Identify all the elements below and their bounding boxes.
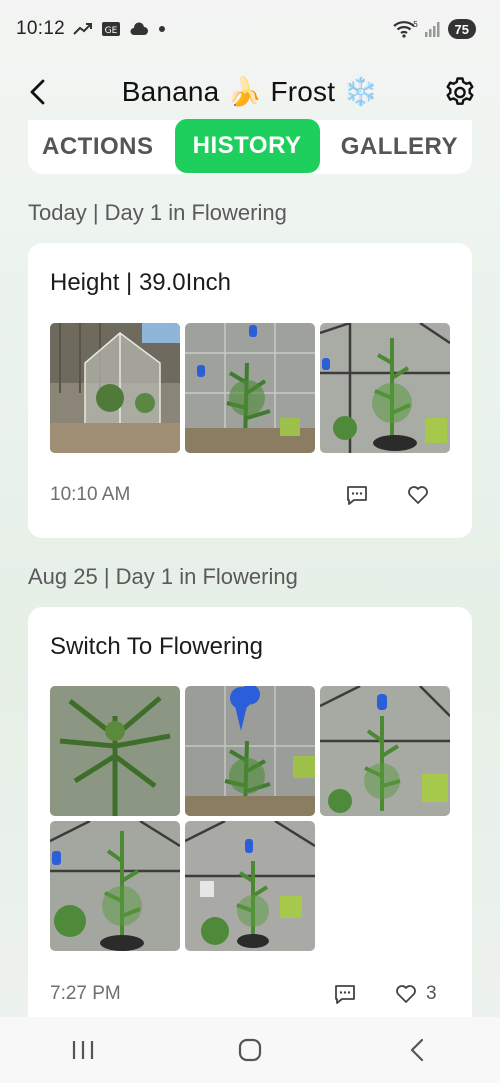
comment-icon (335, 985, 355, 1004)
home-button[interactable] (220, 1025, 280, 1075)
back-icon (410, 1038, 423, 1062)
tab-gallery[interactable]: GALLERY (341, 133, 458, 161)
status-time: 10:12 (16, 18, 66, 39)
settings-button[interactable] (442, 74, 478, 110)
signal-icon (424, 20, 442, 38)
like-button[interactable]: 3 (394, 982, 437, 1006)
dot-icon (157, 24, 167, 34)
gear-icon (446, 77, 474, 105)
photo-thumbnail[interactable] (50, 686, 180, 816)
svg-text:GE: GE (105, 26, 118, 36)
tab-actions[interactable]: ACTIONS (42, 133, 154, 161)
photo-thumbnail[interactable] (50, 323, 180, 453)
comment-icon (347, 486, 367, 505)
history-card[interactable]: Switch To Flowering 7:27 PM 3 (28, 607, 472, 1027)
ge-icon: GE (101, 21, 121, 37)
system-back-button[interactable] (387, 1025, 447, 1075)
photo-thumbnail[interactable] (185, 323, 315, 453)
page-title: Banana 🍌 Frost ❄️ (121, 75, 379, 107)
heart-icon (408, 486, 428, 504)
comment-button[interactable] (345, 483, 369, 507)
photo-thumbnail[interactable] (185, 686, 315, 816)
photo-thumbnail[interactable] (320, 686, 450, 816)
tab-bar: ACTIONS HISTORY GALLERY (28, 119, 472, 174)
system-nav-bar (0, 1017, 500, 1083)
app-header: Banana 🍌 Frost ❄️ (0, 58, 500, 124)
photo-thumbnail[interactable] (320, 323, 450, 453)
comment-button[interactable] (333, 982, 357, 1006)
tab-history[interactable]: HISTORY (174, 119, 320, 173)
like-button[interactable] (406, 483, 438, 507)
photo-thumbnail[interactable] (50, 821, 180, 951)
wifi-icon: 5 (392, 19, 418, 39)
history-card[interactable]: Height | 39.0Inch 10:10 AM (28, 243, 472, 538)
recents-icon (73, 1041, 94, 1059)
history-section-title: Aug 25 | Day 1 in Flowering (28, 564, 298, 589)
battery-indicator: 75 (447, 19, 476, 39)
recent-apps-button[interactable] (53, 1025, 113, 1075)
history-section-title: Today | Day 1 in Flowering (28, 200, 287, 225)
chevron-left-icon (30, 79, 45, 105)
cloud-icon (129, 22, 149, 36)
svg-text:5: 5 (413, 20, 418, 29)
heart-icon (396, 985, 416, 1003)
photo-thumbnail[interactable] (185, 821, 315, 951)
trend-icon (73, 22, 93, 36)
card-title: Switch To Flowering (50, 633, 263, 660)
back-button[interactable] (22, 76, 54, 108)
card-time: 7:27 PM (50, 983, 121, 1004)
card-time: 10:10 AM (50, 484, 131, 505)
status-bar: 10:12 GE 5 75 (0, 0, 500, 58)
like-count: 3 (426, 983, 437, 1004)
home-icon (238, 1038, 262, 1062)
card-title: Height | 39.0Inch (50, 269, 232, 296)
